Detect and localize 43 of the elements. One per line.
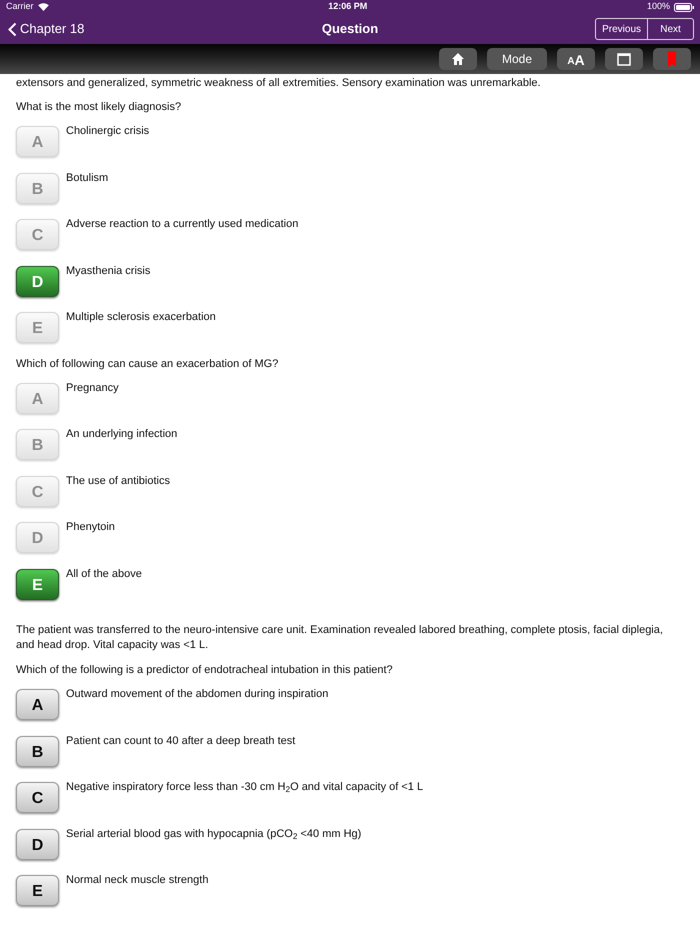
answer-button[interactable]: E <box>16 875 59 906</box>
home-icon <box>451 52 465 66</box>
window-button[interactable] <box>605 48 643 70</box>
case-text: The patient was transferred to the neuro-intensive care unit. Examination revealed labored breathing, complete ptosis, facial diplegia, and head drop. Vital capacity was <1 L. <box>16 623 664 653</box>
answer-text: Patient can count to 40 after a deep breath test <box>66 734 296 748</box>
answer-text: Normal neck muscle strength <box>66 873 208 888</box>
battery-icon <box>674 2 694 12</box>
answer-text: Phenytoin <box>66 520 115 535</box>
answer-button[interactable]: A <box>16 689 59 720</box>
answer-text: Pregnancy <box>66 380 119 396</box>
mode-button[interactable]: Mode <box>487 48 547 70</box>
answer-text: The use of antibiotics <box>66 474 170 488</box>
carrier-label: Carrier <box>6 0 34 14</box>
question-text: Which of the following is a predictor of endotracheal intubation in this patient? <box>16 663 394 678</box>
answer-text: Botulism <box>66 170 108 186</box>
battery-label: 100% <box>646 0 670 14</box>
answer-button[interactable]: B <box>16 736 59 766</box>
answer-text: Myasthenia crisis <box>66 264 150 278</box>
answer-text: Cholinergic crisis <box>66 124 150 139</box>
answer-text: Adverse reaction to a currently used medication <box>66 217 298 232</box>
chevron-left-icon <box>8 22 17 36</box>
back-button[interactable]: Chapter 18 <box>8 19 84 39</box>
next-button[interactable]: Next <box>647 19 693 39</box>
font-size-button[interactable]: AA <box>557 48 595 70</box>
bookmark-button[interactable] <box>653 48 691 70</box>
answer-button[interactable]: C <box>16 782 59 813</box>
clock: 12:06 PM <box>328 0 368 14</box>
screen-title: Question <box>322 20 378 38</box>
answer-text: An underlying infection <box>66 427 178 442</box>
wifi-icon <box>38 3 49 11</box>
answer-text: Negative inspiratory force less than -30 cm H$_{2}$O and vital capacity of <1 L <box>66 780 424 795</box>
window-icon <box>617 52 631 66</box>
question-text: Which of following can cause an exacerbation of MG? <box>16 356 280 372</box>
home-button[interactable] <box>439 48 477 70</box>
answer-text: Multiple sclerosis exacerbation <box>66 310 216 325</box>
answer-button[interactable]: D <box>16 828 59 860</box>
answer-text: All of the above <box>66 566 142 582</box>
bookmark-icon <box>668 51 676 67</box>
answer-text: Outward movement of the abdomen during inspiration <box>66 687 328 702</box>
question-text: What is the most likely diagnosis? <box>16 100 182 115</box>
answer-text: Serial arterial blood gas with hypocapnia (pCO$_{2}$ <40 mm Hg) <box>66 826 362 842</box>
previous-button[interactable]: Previous <box>596 19 647 39</box>
case-text: extensors and generalized, symmetric weakness of all extremities. Sensory examination was unremarkable. <box>16 76 542 91</box>
